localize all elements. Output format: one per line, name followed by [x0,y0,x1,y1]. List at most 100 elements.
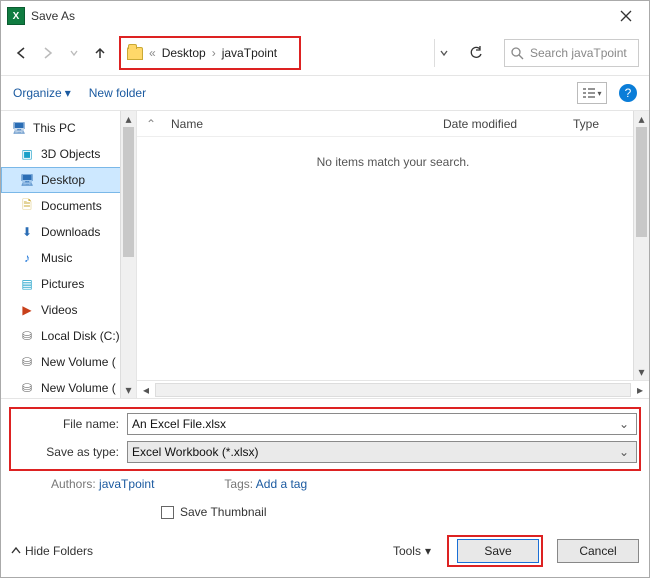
documents-icon: 🗎 [19,198,35,214]
address-bar[interactable]: « Desktop › javaTpoint [119,36,301,70]
save-as-dialog: X Save As « Desktop › javaTpoint Search … [0,0,650,578]
chevron-down-icon[interactable]: ⌄ [616,417,632,431]
file-list-pane: ⌃ Name Date modified Type No items match… [137,111,649,398]
content-area: 🖥This PC ▣3D Objects 🖥Desktop 🗎Documents… [1,111,649,398]
sidebar-item-volume-1[interactable]: ⛁New Volume ( [1,349,136,375]
search-placeholder: Search javaTpoint [530,46,627,60]
horizontal-scrollbar[interactable]: ◂ ▸ [137,380,649,398]
help-icon: ? [625,86,632,100]
chevron-down-icon [70,49,78,57]
column-name[interactable]: Name [165,117,443,131]
titlebar: X Save As [1,1,649,31]
vertical-scrollbar[interactable]: ▴ ▾ [633,111,649,380]
disk-icon: ⛁ [19,328,35,344]
sidebar-item-3d-objects[interactable]: ▣3D Objects [1,141,136,167]
folder-icon [127,47,143,60]
sidebar-item-desktop[interactable]: 🖥Desktop [1,167,136,193]
desktop-icon: 🖥 [19,172,35,188]
arrow-up-icon [93,46,107,60]
scroll-left-icon[interactable]: ◂ [137,383,155,397]
toolbar: Organize ▾ New folder ▾ ? [1,75,649,111]
address-dropdown[interactable] [434,39,452,67]
refresh-icon [469,46,483,60]
thumbnail-checkbox[interactable] [161,506,174,519]
back-button[interactable] [11,42,33,64]
search-input[interactable]: Search javaTpoint [504,39,639,67]
scrollbar-thumb[interactable] [636,127,647,237]
empty-message: No items match your search. [317,155,470,169]
chevron-right-icon: › [212,46,216,60]
scroll-up-icon[interactable]: ▴ [121,111,136,127]
help-button[interactable]: ? [619,84,637,102]
filename-input[interactable]: An Excel File.xlsx ⌄ [127,413,637,435]
navigation-pane: 🖥This PC ▣3D Objects 🖥Desktop 🗎Documents… [1,111,137,398]
chevron-down-icon: ▾ [425,544,431,558]
column-headers: ⌃ Name Date modified Type [137,111,649,137]
new-folder-button[interactable]: New folder [89,86,146,100]
column-date[interactable]: Date modified [443,117,573,131]
view-options-button[interactable]: ▾ [577,82,607,104]
sidebar-item-music[interactable]: ♪Music [1,245,136,271]
breadcrumb-desktop[interactable]: Desktop [162,46,206,60]
authors-label: Authors: [51,477,96,491]
chevron-down-icon [440,49,448,57]
sidebar-item-videos[interactable]: ▶Videos [1,297,136,323]
footer: Hide Folders Tools ▾ Save Cancel [1,527,649,577]
videos-icon: ▶ [19,302,35,318]
save-as-type-select[interactable]: Excel Workbook (*.xlsx) ⌄ [127,441,637,463]
filename-label: File name: [13,417,127,431]
highlight-save: Save [447,535,543,567]
view-icon [582,87,596,99]
save-button[interactable]: Save [457,539,539,563]
tools-menu[interactable]: Tools ▾ [393,544,431,558]
cube-icon: ▣ [19,146,35,162]
type-value: Excel Workbook (*.xlsx) [132,445,616,459]
bottom-panel: File name: An Excel File.xlsx ⌄ Save as … [1,398,649,527]
hide-folders-button[interactable]: Hide Folders [11,544,93,558]
tags-label: Tags: [224,477,253,491]
chevron-down-icon: ▾ [65,86,71,100]
sidebar-item-pictures[interactable]: ▤Pictures [1,271,136,297]
forward-button[interactable] [37,42,59,64]
filename-value: An Excel File.xlsx [132,417,616,431]
sidebar-item-local-disk[interactable]: ⛁Local Disk (C:) [1,323,136,349]
window-title: Save As [31,9,611,23]
sidebar-item-this-pc[interactable]: 🖥This PC [1,115,136,141]
breadcrumb-javatpoint[interactable]: javaTpoint [222,46,277,60]
excel-icon: X [7,7,25,25]
refresh-button[interactable] [462,39,490,67]
scroll-up-icon[interactable]: ▴ [634,111,649,127]
close-icon [620,10,632,22]
sidebar-item-documents[interactable]: 🗎Documents [1,193,136,219]
sidebar-item-downloads[interactable]: ⬇Downloads [1,219,136,245]
sidebar-scrollbar[interactable]: ▴ ▾ [120,111,136,398]
up-button[interactable] [89,42,111,64]
thumbnail-label: Save Thumbnail [180,505,267,519]
chevron-down-icon[interactable]: ⌄ [616,445,632,459]
metadata-row: Authors: javaTpoint Tags: Add a tag [11,477,639,491]
breadcrumb-prefix: « [149,46,156,60]
scrollbar-track[interactable] [155,383,631,397]
sidebar-item-volume-2[interactable]: ⛁New Volume ( [1,375,136,398]
recent-dropdown[interactable] [63,42,85,64]
expand-column[interactable]: ⌃ [137,117,165,131]
pictures-icon: ▤ [19,276,35,292]
chevron-down-icon: ▾ [597,89,601,98]
pc-icon: 🖥 [11,120,27,136]
close-button[interactable] [611,1,641,31]
save-thumbnail-option[interactable]: Save Thumbnail [11,505,639,519]
cancel-button[interactable]: Cancel [557,539,639,563]
type-label: Save as type: [13,445,127,459]
authors-value[interactable]: javaTpoint [99,477,154,491]
music-icon: ♪ [19,250,35,266]
arrow-right-icon [41,46,55,60]
scrollbar-thumb[interactable] [123,127,134,257]
highlight-filename-type: File name: An Excel File.xlsx ⌄ Save as … [9,407,641,471]
tags-value[interactable]: Add a tag [256,477,307,491]
organize-button[interactable]: Organize ▾ [13,86,71,100]
arrow-left-icon [15,46,29,60]
scroll-down-icon[interactable]: ▾ [634,364,649,380]
scroll-right-icon[interactable]: ▸ [631,383,649,397]
column-type[interactable]: Type [573,117,633,131]
scroll-down-icon[interactable]: ▾ [121,382,136,398]
